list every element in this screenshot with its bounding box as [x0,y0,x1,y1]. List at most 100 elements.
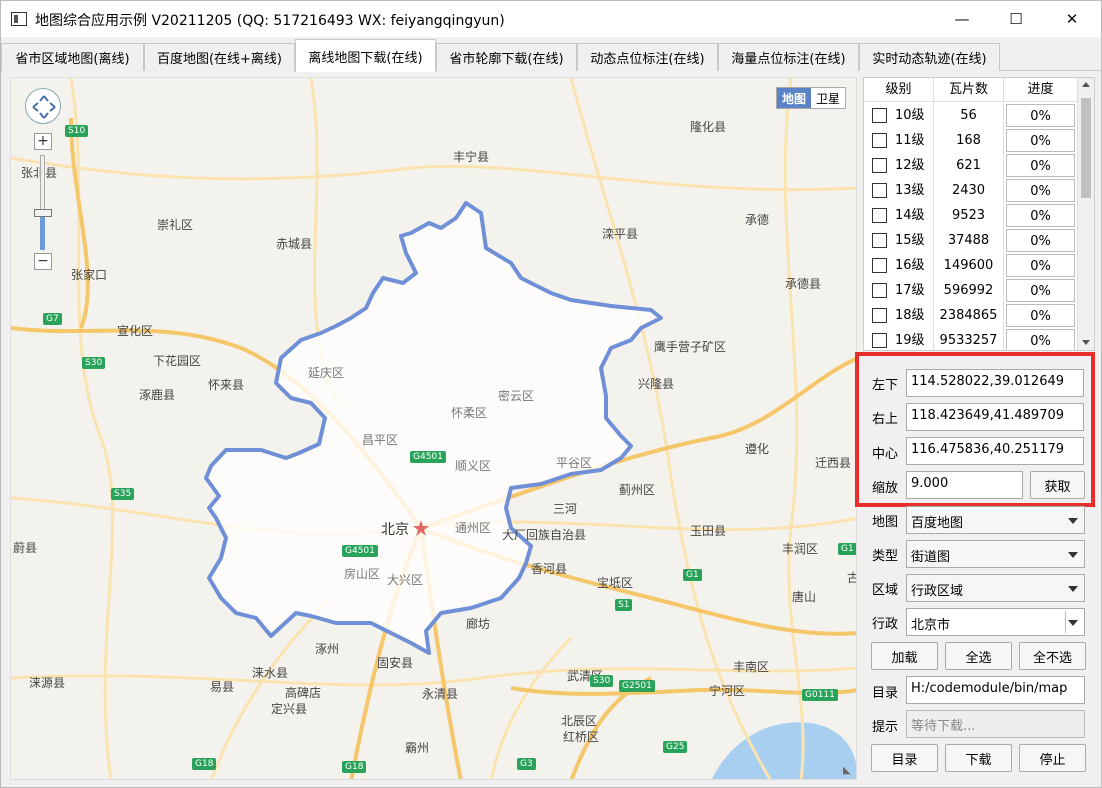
place-label: 廊坊 [466,617,491,631]
level-checkbox[interactable] [872,158,887,173]
table-row[interactable]: 10级 56 0% [864,103,1077,128]
table-row[interactable]: 18级 2384865 0% [864,303,1077,328]
load-button[interactable]: 加载 [871,642,938,670]
dir-button[interactable]: 目录 [871,744,938,772]
table-row[interactable]: 17级 596992 0% [864,278,1077,303]
level-text: 10级 [895,108,925,123]
admin-select[interactable]: 北京市 [906,608,1085,636]
table-row[interactable]: 15级 37488 0% [864,228,1077,253]
place-label: 大厂回族自治县 [502,528,587,542]
tab-dynamic-point[interactable]: 动态点位标注(在线) [577,43,718,71]
tab-bar: 省市区域地图(离线) 百度地图(在线+离线) 离线地图下载(在线) 省市轮廓下载… [1,39,1101,72]
place-label: 遵化 [745,442,770,456]
select-none-button[interactable]: 全不选 [1019,642,1086,670]
level-checkbox[interactable] [872,308,887,323]
center-field[interactable]: 116.475836,40.251179 [906,437,1084,465]
road-badge: G18 [192,758,217,770]
table-scrollbar[interactable] [1077,78,1094,350]
level-checkbox[interactable] [872,333,887,348]
bottom-left-field[interactable]: 114.528022,39.012649 [906,369,1084,397]
hint-label: 提示 [872,720,899,735]
dir-field[interactable]: H:/codemodule/bin/map [906,676,1085,704]
place-label: 迁西县 [815,456,852,470]
tiles-cell: 9523 [934,203,1004,228]
place-label: 香河县 [531,562,568,576]
zoom-out-button[interactable]: − [34,253,52,270]
stop-button[interactable]: 停止 [1019,744,1086,772]
zoom-slider-thumb[interactable] [34,209,52,217]
table-row[interactable]: 12级 621 0% [864,153,1077,178]
road-badge: S10 [65,125,89,137]
map-view[interactable]: 张北县 崇礼区 赤城县 张家口 宣化区 下花园区 怀来县 涿鹿县 蔚县 涞源县 … [10,77,857,780]
table-row[interactable]: 11级 168 0% [864,128,1077,153]
scroll-thumb[interactable] [1081,98,1091,198]
resize-grip-icon[interactable]: ◣ [843,765,855,777]
level-checkbox[interactable] [872,108,887,123]
tab-province-region-map[interactable]: 省市区域地图(离线) [1,43,144,71]
scroll-down-icon[interactable] [1082,340,1090,345]
type-select-value: 街道图 [911,550,951,565]
download-button[interactable]: 下载 [945,744,1012,772]
place-label: 延庆区 [308,366,345,380]
tab-outline-download[interactable]: 省市轮廓下载(在线) [436,43,577,71]
table-row[interactable]: 14级 9523 0% [864,203,1077,228]
maximize-button[interactable]: ☐ [993,1,1039,37]
tiles-cell: 2384865 [934,303,1004,328]
place-label: 顺义区 [455,459,492,473]
level-checkbox[interactable] [872,283,887,298]
fetch-button[interactable]: 获取 [1030,471,1085,499]
table-row[interactable]: 13级 2430 0% [864,178,1077,203]
map-type-satellite-button[interactable]: 卫星 [811,88,845,108]
chevron-down-icon [1068,518,1078,524]
header-level: 级别 [864,78,934,101]
table-row[interactable]: 16级 149600 0% [864,253,1077,278]
tab-massive-point[interactable]: 海量点位标注(在线) [718,43,859,71]
area-select[interactable]: 行政区域 [906,574,1085,602]
place-label: 玉田县 [690,524,727,538]
level-checkbox[interactable] [872,233,887,248]
level-checkbox[interactable] [872,133,887,148]
top-right-field[interactable]: 118.423649,41.489709 [906,403,1084,431]
map-type-map-button[interactable]: 地图 [776,88,811,108]
scroll-up-icon[interactable] [1082,82,1090,87]
place-label: 平谷区 [556,456,593,470]
level-checkbox[interactable] [872,258,887,273]
tiles-cell: 56 [934,103,1004,128]
hint-field: 等待下载... [906,710,1085,738]
app-window: 地图综合应用示例 V20211205 (QQ: 517216493 WX: fe… [0,0,1102,788]
place-label: 崇礼区 [157,218,194,232]
road-badge: G2501 [619,680,655,692]
progress-cell: 0% [1004,153,1077,178]
select-all-button[interactable]: 全选 [945,642,1012,670]
dir-label: 目录 [872,686,899,701]
place-label: 隆化县 [690,120,727,134]
tab-baidu-map[interactable]: 百度地图(在线+离线) [144,43,295,71]
map-canvas [11,78,856,779]
close-button[interactable]: ✕ [1049,1,1095,37]
place-label: 古 [847,569,856,586]
place-label: 北辰区 [561,714,598,728]
tiles-cell: 596992 [934,278,1004,303]
pan-control[interactable] [25,88,61,124]
tab-realtime-track[interactable]: 实时动态轨迹(在线) [859,43,1000,71]
progress-bar: 0% [1006,304,1075,327]
map-select[interactable]: 百度地图 [906,506,1085,534]
road-badge: G4501 [342,545,378,557]
top-right-label: 右上 [872,412,899,427]
zoom-field[interactable]: 9.000 [906,471,1023,499]
type-select[interactable]: 街道图 [906,540,1085,568]
level-cell: 19级 [864,328,934,350]
road-badge: G1 [683,569,702,581]
level-checkbox[interactable] [872,183,887,198]
level-checkbox[interactable] [872,208,887,223]
table-row[interactable]: 19级 9533257 0% [864,328,1077,350]
minimize-button[interactable]: — [939,1,985,37]
level-table: 级别 瓦片数 进度 10级 56 0% 11级 168 0% 12级 621 0% 13级 2430… [863,77,1095,351]
combo-divider [1065,611,1066,633]
progress-bar: 0% [1006,104,1075,127]
zoom-in-button[interactable]: + [34,133,52,150]
zoom-control: + − [34,133,52,273]
road-badge: G3 [517,758,536,770]
progress-bar: 0% [1006,329,1075,350]
tab-offline-map-download[interactable]: 离线地图下载(在线) [295,39,436,72]
